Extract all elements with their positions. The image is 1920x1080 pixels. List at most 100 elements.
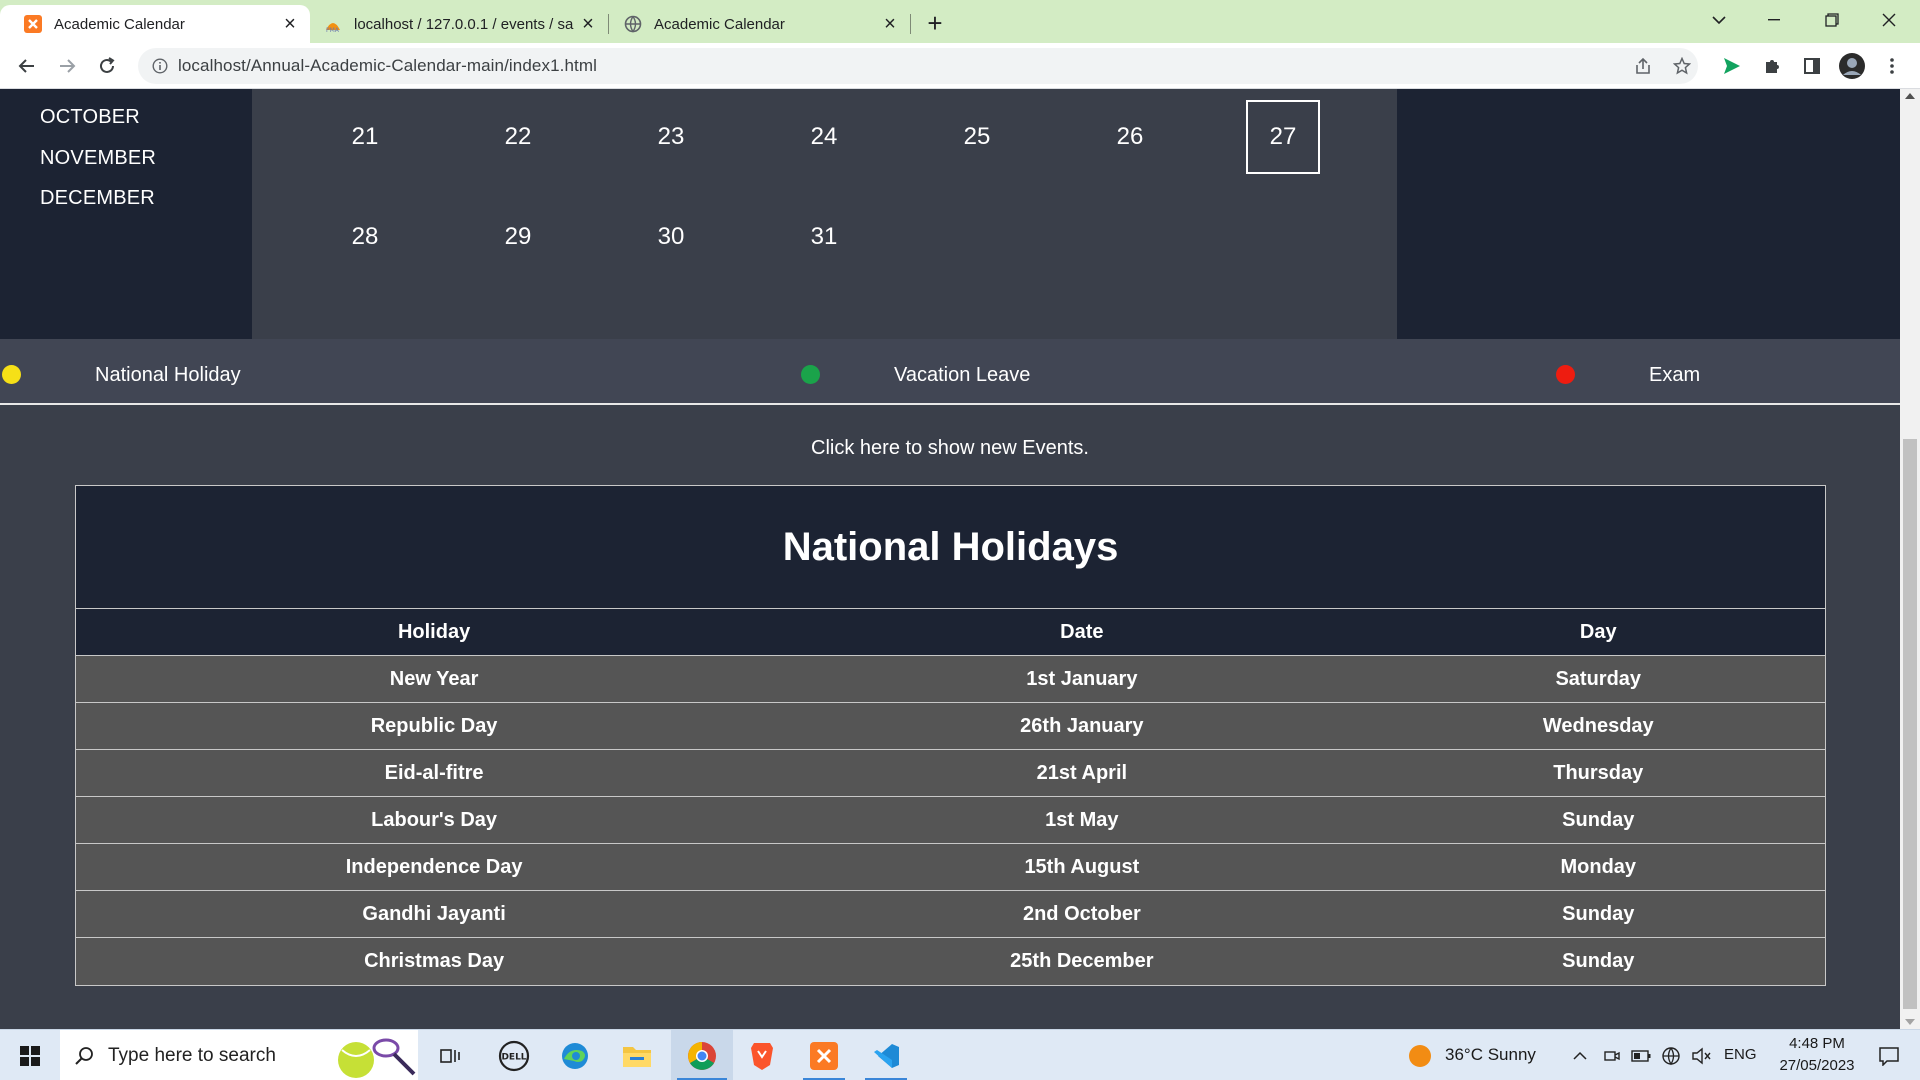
table-row: Independence Day 15th August Monday [76, 844, 1825, 891]
scroll-up-arrow-icon[interactable] [1905, 93, 1915, 99]
date-cell: 25th December [1010, 950, 1154, 972]
tab-phpmyadmin[interactable]: PMA localhost / 127.0.0.1 / events / sa … [318, 5, 608, 43]
back-arrow-icon[interactable] [12, 51, 42, 81]
restore-icon[interactable] [1809, 0, 1855, 40]
volume-muted-icon[interactable] [1688, 1030, 1714, 1080]
address-bar[interactable]: localhost/Annual-Academic-Calendar-main/… [138, 48, 1698, 84]
extensions-puzzle-icon[interactable] [1757, 51, 1787, 81]
month-item-october[interactable]: OCTOBER [40, 106, 140, 129]
national-holidays-table: National Holidays Holiday Date Day New Y… [75, 485, 1826, 986]
page-viewport: OCTOBER NOVEMBER DECEMBER 21 22 23 24 25… [0, 89, 1900, 1029]
table-row: Eid-al-fitre 21st April Thursday [76, 750, 1825, 797]
calendar-day[interactable]: 23 [634, 100, 708, 174]
tab-search-chevron-icon[interactable] [1696, 0, 1742, 40]
vscode-icon[interactable] [859, 1030, 913, 1080]
taskbar-search-box[interactable]: Type here to search [60, 1030, 418, 1080]
calendar-day-today[interactable]: 27 [1246, 100, 1320, 174]
tab-close-icon[interactable]: × [878, 12, 902, 36]
browser-menu-icon[interactable] [1877, 51, 1907, 81]
holiday-cell: Eid-al-fitre [384, 761, 484, 784]
weather-text[interactable]: 36°C Sunny [1445, 1045, 1536, 1065]
calendar-day[interactable]: 29 [481, 200, 555, 274]
bookmark-star-icon[interactable] [1667, 51, 1697, 81]
holiday-cell: New Year [389, 667, 479, 690]
scrollbar-thumb[interactable] [1903, 439, 1917, 1009]
new-tab-plus-icon[interactable]: + [920, 8, 950, 38]
task-view-icon[interactable] [430, 1030, 470, 1080]
table-row: Gandhi Jayanti 2nd October Sunday [76, 891, 1825, 938]
show-new-events-link[interactable]: Click here to show new Events. [0, 437, 1900, 460]
month-list: OCTOBER NOVEMBER DECEMBER [0, 89, 252, 339]
network-globe-icon[interactable] [1658, 1030, 1684, 1080]
calendar-day[interactable]: 28 [328, 200, 402, 274]
clock-time[interactable]: 4:48 PM [1782, 1035, 1852, 1052]
tab-close-icon[interactable]: × [576, 12, 600, 36]
vacation-leave-dot-icon [801, 365, 820, 384]
day-cell: Monday [1560, 855, 1637, 878]
event-legend: National Holiday Vacation Leave Exam [0, 339, 1900, 405]
legend-national-holiday: National Holiday [95, 364, 241, 386]
page-scrollbar[interactable] [1900, 89, 1920, 1029]
xampp-control-icon[interactable] [797, 1030, 851, 1080]
tab-academic-calendar-2[interactable]: Academic Calendar × [612, 5, 910, 43]
profile-avatar[interactable] [1837, 51, 1867, 81]
language-indicator[interactable]: ENG [1724, 1046, 1757, 1063]
month-item-december[interactable]: DECEMBER [40, 187, 155, 210]
calendar-day[interactable]: 24 [787, 100, 861, 174]
holiday-cell: Independence Day [345, 855, 523, 878]
calendar-day[interactable]: 26 [1093, 100, 1167, 174]
day-cell: Sunday [1562, 808, 1635, 831]
send-extension-icon[interactable] [1717, 51, 1747, 81]
table-header-row: Holiday Date Day [76, 609, 1825, 656]
calendar-day[interactable]: 25 [940, 100, 1014, 174]
holiday-cell: Gandhi Jayanti [362, 902, 506, 925]
national-holiday-dot-icon [2, 365, 21, 384]
month-item-november[interactable]: NOVEMBER [40, 147, 156, 170]
holidays-title: National Holidays [76, 486, 1825, 609]
date-cell: 15th August [1024, 855, 1140, 878]
brave-browser-icon[interactable] [741, 1030, 783, 1080]
calendar-day[interactable]: 30 [634, 200, 708, 274]
table-row: New Year 1st January Saturday [76, 656, 1825, 703]
calendar-days-panel: 21 22 23 24 25 26 27 28 29 30 31 [252, 89, 1397, 339]
calendar-day[interactable]: 21 [328, 100, 402, 174]
clock-date[interactable]: 27/05/2023 [1770, 1057, 1864, 1074]
svg-text:PMA: PMA [326, 27, 340, 33]
tab-separator [910, 14, 911, 34]
weather-sun-icon[interactable] [1405, 1030, 1435, 1080]
holiday-cell: Republic Day [370, 714, 498, 737]
side-panel-icon[interactable] [1797, 51, 1827, 81]
battery-icon[interactable] [1628, 1030, 1654, 1080]
url-text: localhost/Annual-Academic-Calendar-main/… [178, 56, 597, 75]
dell-app-icon[interactable]: DELL [493, 1030, 535, 1080]
date-cell: 26th January [1020, 714, 1144, 737]
windows-start-icon[interactable] [10, 1030, 50, 1080]
scroll-down-arrow-icon[interactable] [1905, 1019, 1915, 1025]
tab-title: localhost / 127.0.0.1 / events / sa [354, 15, 574, 33]
share-icon[interactable] [1628, 51, 1658, 81]
calendar-day[interactable]: 22 [481, 100, 555, 174]
day-cell: Sunday [1562, 950, 1635, 972]
windows-taskbar: Type here to search DELL 36°C Sunny ENG … [0, 1029, 1920, 1080]
tab-title: Academic Calendar [654, 15, 785, 33]
edge-browser-icon[interactable] [554, 1030, 596, 1080]
meet-now-icon[interactable] [1600, 1030, 1624, 1080]
file-explorer-icon[interactable] [616, 1030, 658, 1080]
minimize-icon[interactable] [1751, 0, 1797, 40]
tab-academic-calendar-active[interactable]: Academic Calendar × [0, 5, 310, 43]
show-hidden-icons-chevron-icon[interactable] [1568, 1030, 1592, 1080]
tab-close-icon[interactable]: × [278, 12, 302, 36]
tab-separator [608, 14, 609, 34]
notifications-icon[interactable] [1866, 1030, 1912, 1080]
close-window-icon[interactable] [1866, 0, 1912, 40]
date-cell: 1st January [1026, 667, 1138, 690]
search-icon [74, 1046, 94, 1066]
calendar-day[interactable]: 31 [787, 200, 861, 274]
table-row: Christmas Day 25th December Sunday [76, 938, 1825, 985]
chrome-browser-icon[interactable] [671, 1030, 733, 1080]
reload-icon[interactable] [92, 51, 122, 81]
phpmyadmin-favicon-icon: PMA [324, 15, 342, 33]
forward-arrow-icon[interactable] [52, 51, 82, 81]
day-cell: Saturday [1555, 667, 1642, 690]
site-info-icon[interactable] [152, 58, 168, 74]
